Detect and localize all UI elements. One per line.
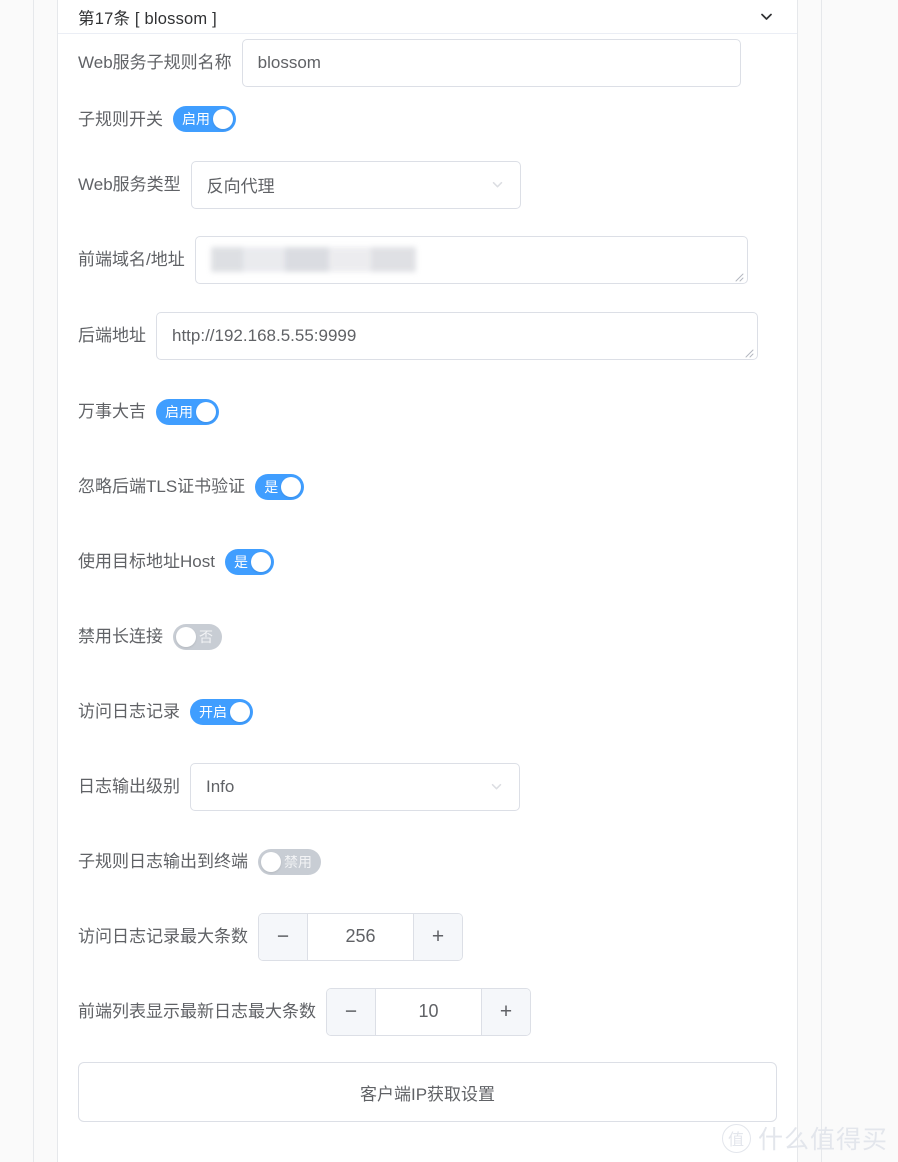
- form-row-frontend-domain: 前端域名/地址: [58, 222, 797, 297]
- max-front-log-entries-stepper[interactable]: − 10 +: [326, 987, 531, 1036]
- service-type-value: 反向代理: [206, 177, 275, 196]
- label-access-log: 访问日志记录: [78, 702, 180, 721]
- form-row-wanshidaji: 万事大吉 启用: [58, 374, 797, 449]
- label-ignore-tls: 忽略后端TLS证书验证: [78, 477, 246, 496]
- right-gutter: [822, 0, 898, 1162]
- form-row-rule-name: Web服务子规则名称 blossom: [58, 34, 797, 91]
- collapse-header[interactable]: 第17条 [ blossom ]: [58, 0, 797, 34]
- rule-name-value: blossom: [257, 52, 321, 72]
- label-backend-address: 后端地址: [78, 326, 146, 345]
- client-ip-settings-button[interactable]: 客户端IP获取设置: [78, 1062, 777, 1122]
- label-rule-switch: 子规则开关: [78, 109, 163, 129]
- service-type-select[interactable]: 反向代理: [190, 160, 521, 209]
- form-row-log-to-terminal: 子规则日志输出到终端 禁用: [58, 824, 797, 899]
- log-to-terminal-toggle[interactable]: 禁用: [258, 848, 321, 875]
- toggle-knob: [230, 701, 250, 722]
- rule-switch-toggle[interactable]: 启用: [173, 106, 236, 132]
- wanshidaji-state: 启用: [165, 403, 193, 420]
- ignore-tls-toggle[interactable]: 是: [255, 473, 305, 500]
- disable-keepalive-toggle[interactable]: 否: [173, 623, 222, 650]
- chevron-down-icon[interactable]: [490, 177, 505, 192]
- chevron-down-icon[interactable]: [758, 8, 775, 25]
- label-log-level: 日志输出级别: [78, 777, 180, 796]
- label-rule-name: Web服务子规则名称: [78, 53, 232, 72]
- stepper-decrement-button[interactable]: −: [259, 913, 308, 960]
- resize-handle-icon[interactable]: [732, 270, 744, 282]
- frontend-domain-value-redacted: [210, 247, 416, 272]
- rule-name-input[interactable]: blossom: [241, 38, 741, 87]
- form-row-max-front-log-entries: 前端列表显示最新日志最大条数 − 10 +: [58, 974, 797, 1049]
- use-target-host-toggle[interactable]: 是: [224, 548, 274, 575]
- backend-address-textarea[interactable]: http://192.168.5.55:9999: [156, 311, 758, 360]
- stepper-decrement-button[interactable]: −: [327, 988, 376, 1035]
- label-use-target-host: 使用目标地址Host: [78, 552, 215, 571]
- toggle-knob: [250, 551, 271, 572]
- log-to-terminal-state: 禁用: [284, 853, 312, 870]
- resize-handle-icon[interactable]: [742, 346, 754, 358]
- form-row-use-target-host: 使用目标地址Host 是: [58, 524, 797, 599]
- divider-line-outer-left: [33, 0, 34, 1162]
- client-ip-section: 客户端IP获取设置: [58, 1049, 797, 1122]
- max-front-log-entries-value[interactable]: 10: [376, 988, 481, 1035]
- right-inner-gutter: [798, 0, 821, 1162]
- stepper-increment-button[interactable]: +: [413, 913, 462, 960]
- form-row-backend-address: 后端地址 http://192.168.5.55:9999: [58, 297, 797, 374]
- stepper-increment-button[interactable]: +: [481, 988, 530, 1035]
- toggle-knob: [176, 626, 196, 647]
- form-row-log-level: 日志输出级别 Info: [58, 749, 797, 824]
- form-row-rule-switch: 子规则开关 启用: [58, 91, 797, 147]
- access-log-state: 开启: [199, 703, 227, 720]
- toggle-knob: [261, 851, 281, 872]
- form-row-access-log: 访问日志记录 开启: [58, 674, 797, 749]
- collapse-title: 第17条 [ blossom ]: [78, 9, 217, 28]
- left-inner-gutter: [34, 0, 57, 1162]
- label-max-log-entries: 访问日志记录最大条数: [78, 927, 248, 946]
- divider-line-inner-right: [797, 0, 798, 1162]
- chevron-down-icon[interactable]: [489, 779, 504, 794]
- ignore-tls-state: 是: [264, 478, 279, 495]
- rule-settings-panel: 第17条 [ blossom ] Web服务子规则名称 blossom 子规则开…: [58, 0, 797, 1162]
- label-service-type: Web服务类型: [78, 175, 181, 194]
- backend-address-value: http://192.168.5.55:9999: [172, 325, 357, 345]
- wanshidaji-toggle[interactable]: 启用: [156, 398, 219, 425]
- left-gutter: [0, 0, 33, 1162]
- divider-line-outer-right: [821, 0, 822, 1162]
- form-row-ignore-tls: 忽略后端TLS证书验证 是: [58, 449, 797, 524]
- rule-form: Web服务子规则名称 blossom 子规则开关 启用 Web服务类型 反向代理: [58, 34, 797, 1122]
- max-log-entries-stepper[interactable]: − 256 +: [258, 912, 463, 961]
- frontend-domain-textarea[interactable]: [194, 235, 748, 284]
- rule-switch-state: 启用: [182, 111, 210, 127]
- toggle-knob: [213, 109, 233, 129]
- label-disable-keepalive: 禁用长连接: [78, 627, 163, 646]
- label-log-to-terminal: 子规则日志输出到终端: [78, 852, 248, 871]
- form-row-disable-keepalive: 禁用长连接 否: [58, 599, 797, 674]
- form-row-service-type: Web服务类型 反向代理: [58, 147, 797, 222]
- toggle-knob: [281, 476, 302, 497]
- form-row-max-log-entries: 访问日志记录最大条数 − 256 +: [58, 899, 797, 974]
- max-log-entries-value[interactable]: 256: [308, 913, 413, 960]
- use-target-host-state: 是: [233, 553, 248, 570]
- toggle-knob: [196, 401, 216, 422]
- disable-keepalive-state: 否: [199, 628, 213, 645]
- log-level-select[interactable]: Info: [190, 762, 520, 811]
- label-max-front-log-entries: 前端列表显示最新日志最大条数: [78, 1002, 316, 1021]
- access-log-toggle[interactable]: 开启: [190, 698, 253, 725]
- label-frontend-domain: 前端域名/地址: [78, 250, 185, 269]
- label-wanshidaji: 万事大吉: [78, 402, 146, 421]
- log-level-value: Info: [206, 776, 235, 796]
